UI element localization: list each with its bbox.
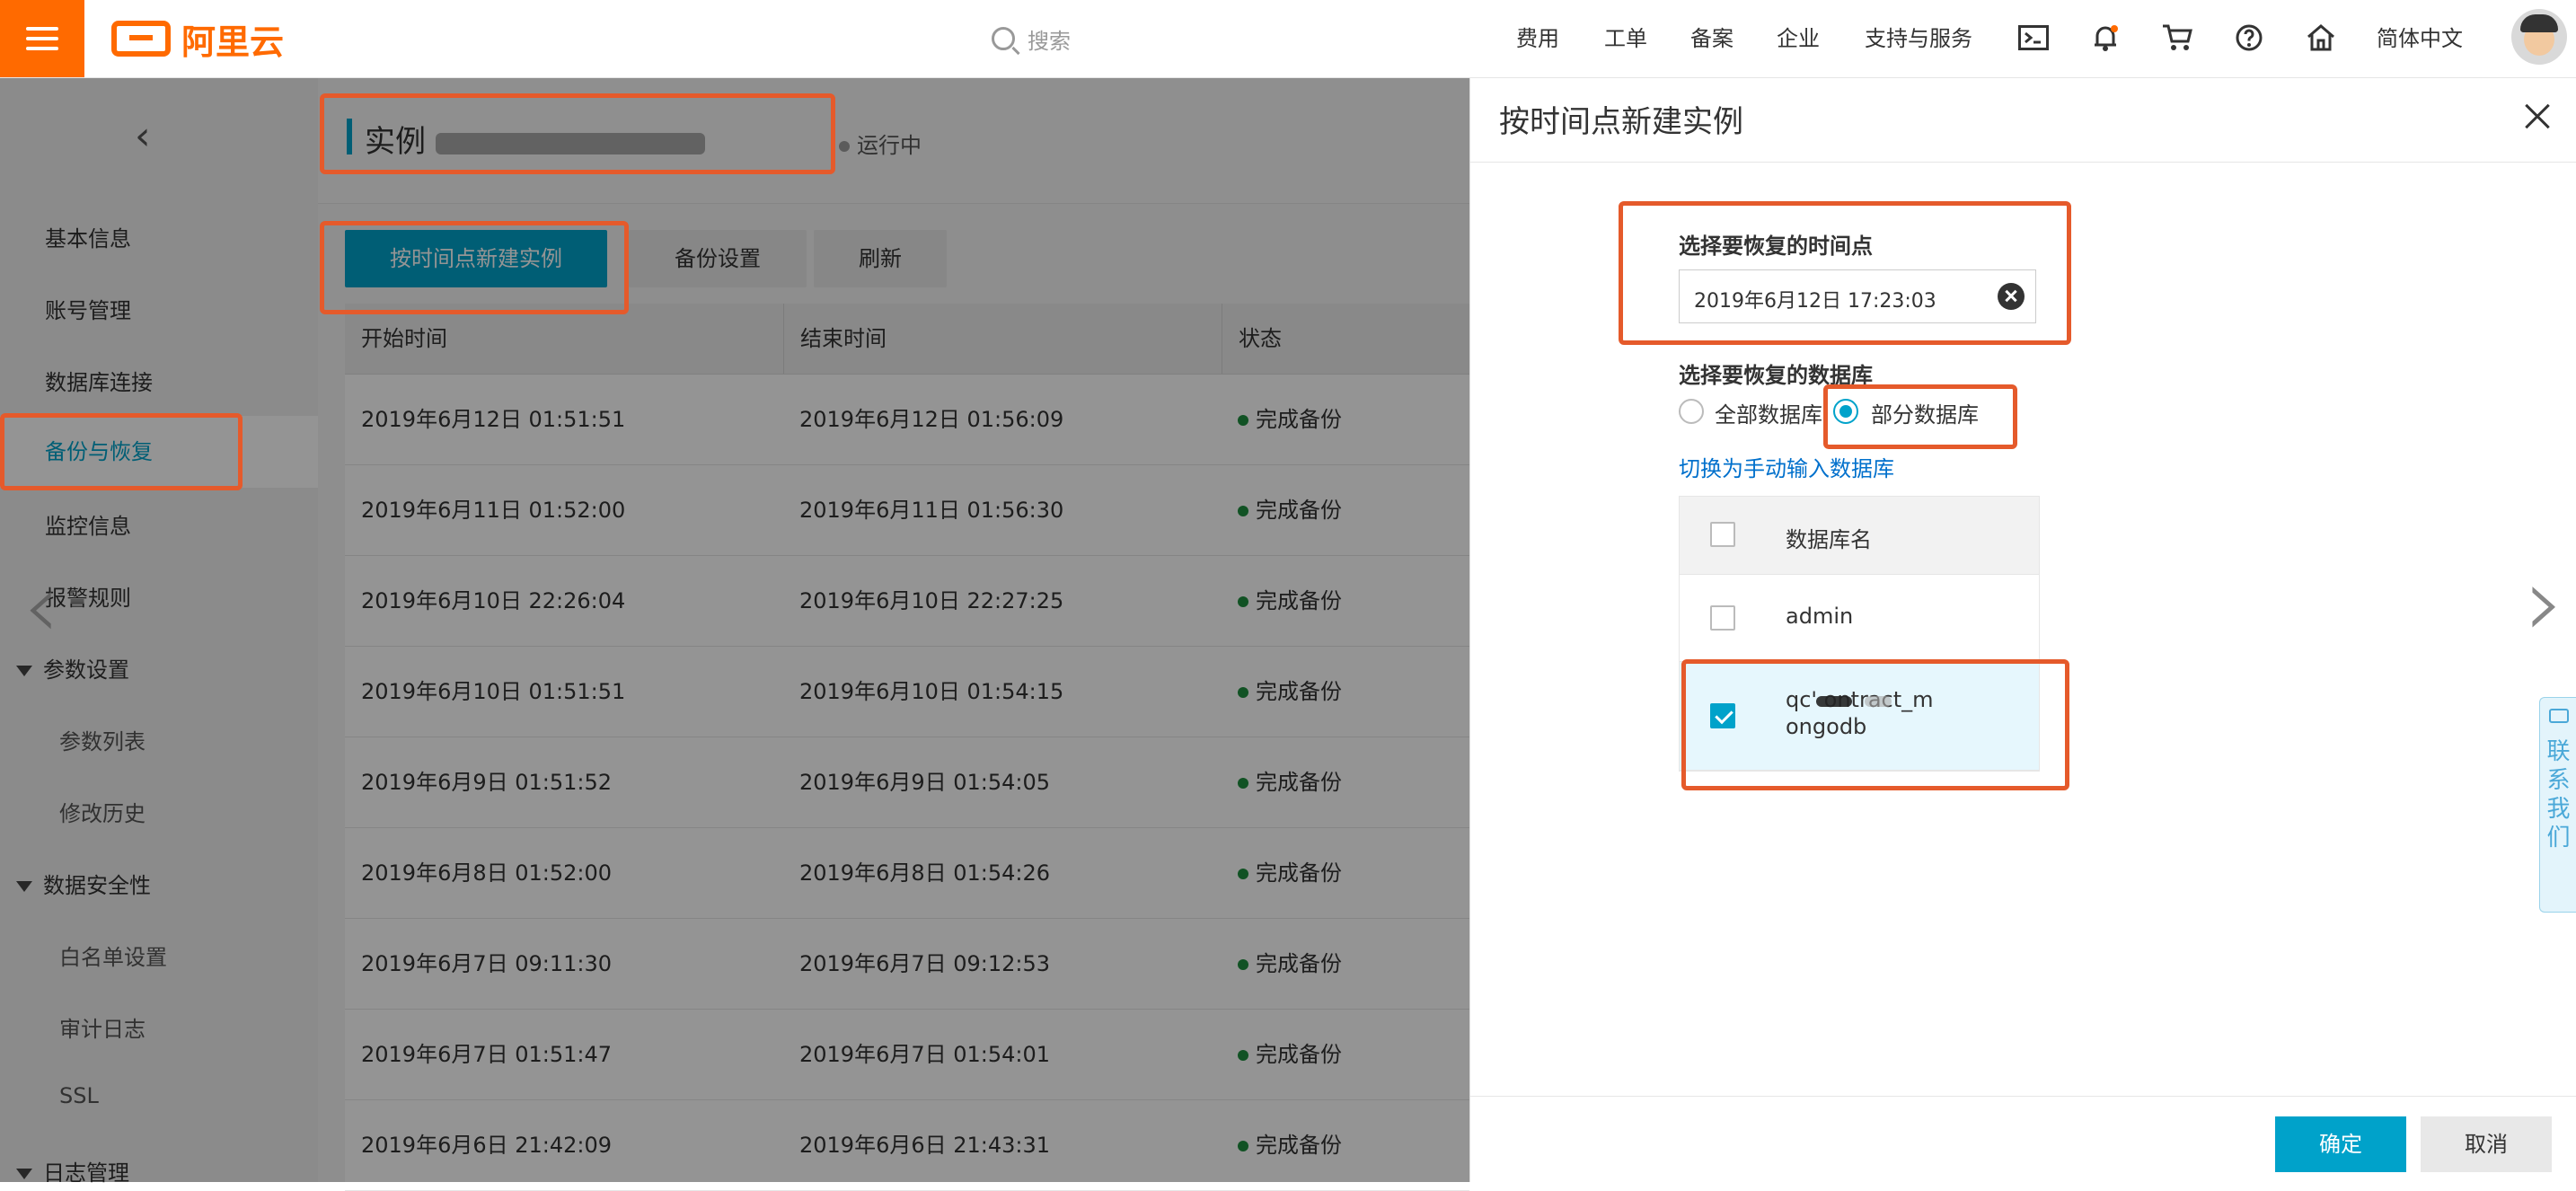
- avatar[interactable]: [2511, 9, 2567, 65]
- dialog-title: 按时间点新建实例: [1499, 104, 1743, 140]
- radio-all-label: 全部数据库: [1715, 402, 1822, 428]
- search-icon: [992, 27, 1015, 50]
- nav-tickets[interactable]: 工单: [1604, 18, 1647, 59]
- nav-fees[interactable]: 费用: [1516, 18, 1559, 59]
- terminal-icon[interactable]: [2012, 16, 2055, 59]
- annotation-box-time: [1619, 201, 2071, 345]
- database-row[interactable]: admin: [1680, 575, 2039, 662]
- radio-all-databases[interactable]: [1679, 399, 1704, 424]
- nav-support[interactable]: 支持与服务: [1865, 18, 1972, 59]
- cart-icon[interactable]: [2156, 16, 2199, 59]
- top-navigation-bar: 阿里云 搜索 费用 工单 备案 企业 支持与服务 简体中文: [0, 0, 2576, 78]
- switch-manual-input-link[interactable]: 切换为手动输入数据库: [1679, 451, 1894, 482]
- contact-us-tab[interactable]: 联系我们: [2539, 697, 2576, 913]
- db-checkbox[interactable]: [1710, 605, 1735, 631]
- select-all-checkbox[interactable]: [1710, 522, 1735, 547]
- database-table-header: 数据库名: [1680, 497, 2039, 575]
- brand-name: 阿里云: [181, 22, 285, 62]
- language-switch[interactable]: 简体中文: [2377, 18, 2463, 59]
- confirm-button[interactable]: 确定: [2275, 1116, 2406, 1172]
- aliyun-logo-icon: [111, 21, 171, 57]
- aliyun-logo[interactable]: 阿里云: [111, 13, 284, 65]
- nav-filing[interactable]: 备案: [1690, 18, 1734, 59]
- db-name-header: 数据库名: [1786, 527, 1872, 552]
- next-arrow-icon[interactable]: ›: [2525, 544, 2564, 659]
- close-icon[interactable]: [2519, 99, 2555, 135]
- modal-overlay[interactable]: [0, 77, 1469, 1182]
- nav-enterprise[interactable]: 企业: [1777, 18, 1820, 59]
- menu-button[interactable]: [0, 0, 84, 77]
- annotation-box-title: [320, 93, 835, 174]
- search-placeholder: 搜索: [1028, 28, 1071, 54]
- dialog-header: 按时间点新建实例: [1470, 77, 2576, 163]
- dialog-footer: 确定 取消: [1470, 1096, 2576, 1183]
- hamburger-icon: [26, 27, 58, 50]
- bell-icon[interactable]: [2084, 16, 2127, 59]
- annotation-box-db-row: [1681, 659, 2069, 790]
- help-icon[interactable]: [2228, 16, 2271, 59]
- cancel-button[interactable]: 取消: [2421, 1116, 2552, 1172]
- search-box[interactable]: 搜索: [992, 16, 1071, 61]
- home-icon[interactable]: [2299, 16, 2342, 59]
- annotation-box-partial-radio: [1823, 384, 2017, 449]
- annotation-box-sidebar: [0, 413, 243, 490]
- db-name: admin: [1786, 604, 1854, 629]
- chat-icon: [2549, 709, 2569, 723]
- annotation-box-restore-button: [320, 221, 629, 314]
